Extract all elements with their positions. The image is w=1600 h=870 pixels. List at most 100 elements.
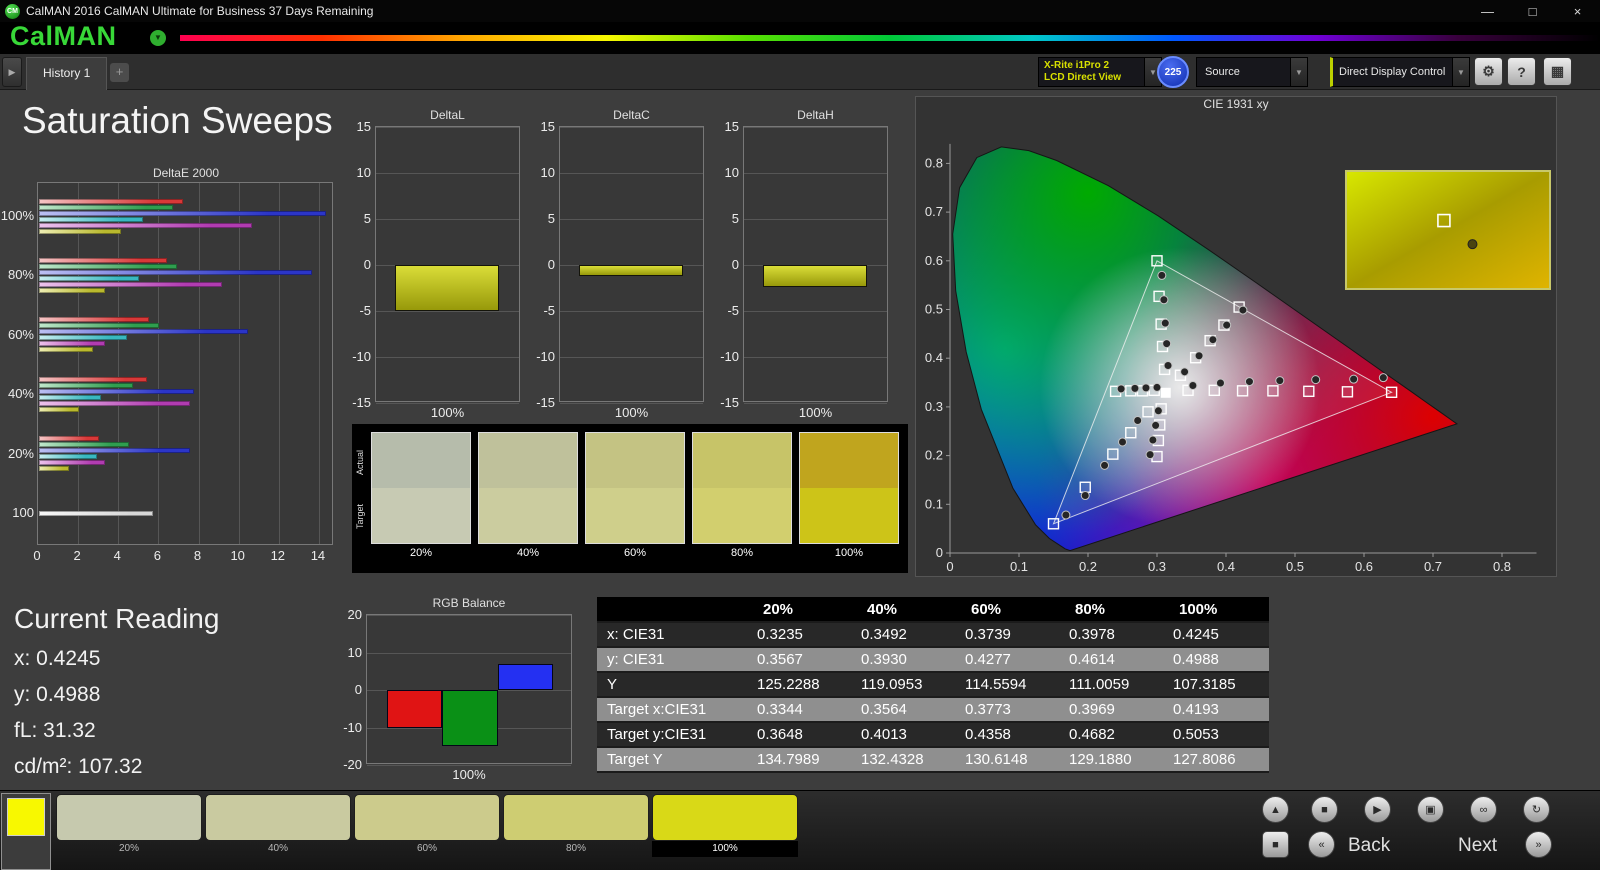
cie-target-marker — [1047, 518, 1060, 530]
svg-text:0.8: 0.8 — [1493, 559, 1511, 574]
next-button[interactable]: Next — [1458, 835, 1497, 857]
chevron-down-icon[interactable]: ▼ — [1452, 58, 1469, 86]
saturation-swatch: 40% — [478, 432, 578, 559]
target-color — [693, 488, 791, 543]
deltae-bar — [39, 216, 144, 222]
display-control-dropdown[interactable]: Direct Display Control ▼ — [1330, 57, 1470, 87]
deltae-bar — [39, 388, 194, 394]
source-dropdown[interactable]: Source ▼ — [1196, 57, 1308, 87]
row-label: Target y:CIE31 — [607, 726, 707, 743]
deltal-plot-area: 15 10 5 0 -5 -10 -15 — [352, 119, 520, 410]
deltae-bar — [39, 376, 148, 382]
table-cell: 130.6148 — [965, 751, 1028, 768]
cie-target-marker — [1385, 386, 1398, 398]
chart-title: DeltaH — [797, 108, 834, 122]
back-button[interactable]: Back — [1348, 835, 1390, 857]
y-tick-label: -10 — [352, 349, 371, 364]
table-cell: 0.4193 — [1173, 701, 1219, 718]
refresh-icon[interactable]: ↻ — [1523, 796, 1550, 823]
deltae-bar — [39, 323, 160, 329]
gear-icon[interactable]: ⚙ — [1474, 57, 1503, 86]
svg-text:0: 0 — [946, 559, 953, 574]
table-cell: 0.4013 — [861, 726, 907, 743]
stop-icon[interactable]: ■ — [1311, 796, 1338, 823]
current-patch-swatch — [7, 798, 45, 836]
swatch-label: 80% — [730, 547, 754, 559]
y-tick-label: 15 — [724, 119, 739, 134]
loop-icon[interactable]: ∞ — [1470, 796, 1497, 823]
swatch-label: 40% — [516, 547, 540, 559]
table-col-header: 80% — [1061, 597, 1165, 622]
deltae-x-axis: 0 2 4 6 8 10 12 14 — [33, 545, 333, 565]
deltah-plot-area: 15 10 5 0 -5 -10 -15 — [720, 119, 888, 410]
deltae-bar — [39, 347, 94, 353]
meter-dropdown[interactable]: X-Rite i1Pro 2 LCD Direct View ▼ — [1038, 57, 1162, 87]
save-icon[interactable]: ▣ — [1417, 796, 1444, 823]
deltae-2000-chart: DeltaE 2000 100% 80% 60% 40% 20% 100 0 2 4 6 8 10 1… — [1, 166, 335, 565]
table-row: Target y:CIE31 0.3648 0.4013 0.4358 0.4682 0.… — [597, 722, 1269, 747]
rgb-bar-green — [442, 690, 498, 747]
cie-measurement-marker — [1118, 437, 1127, 447]
y-tick-label: -10 — [720, 349, 739, 364]
close-button[interactable]: × — [1555, 0, 1600, 22]
x-axis-label: 100% — [798, 405, 833, 420]
table-cell: 134.7989 — [757, 751, 820, 768]
play-icon[interactable]: ▶ — [1364, 796, 1391, 823]
collapse-panel-button[interactable]: ▶ — [2, 57, 22, 87]
cie-measurement-marker — [1130, 383, 1140, 393]
saturation-swatch: 20% — [371, 432, 471, 559]
deltae-bar-group — [39, 376, 194, 413]
deltae-bar — [39, 275, 140, 281]
deltae-bar — [39, 460, 106, 466]
maximize-button[interactable]: □ — [1510, 0, 1555, 22]
table-cell: 114.5594 — [965, 676, 1027, 693]
svg-text:0.4: 0.4 — [1217, 559, 1235, 574]
delta-error-bar — [762, 265, 867, 288]
stop-square-icon[interactable]: ■ — [1262, 831, 1289, 858]
saturation-level-button[interactable]: 100% — [652, 794, 798, 857]
swatch-box — [371, 432, 471, 544]
tab-history-1[interactable]: History 1 — [26, 57, 108, 90]
swatch-color — [652, 794, 798, 841]
panel-icon[interactable]: ▦ — [1543, 57, 1572, 86]
chart-title: DeltaE 2000 — [152, 166, 220, 180]
cie-measurement-marker — [1160, 318, 1170, 328]
grid-line — [376, 311, 519, 312]
deltac-chart: DeltaC 15 10 5 0 -5 -10 -15 100% — [536, 108, 704, 420]
swatch-button-label: 100% — [652, 841, 798, 857]
cie-measurement-marker — [1153, 406, 1163, 416]
back-arrow-icon[interactable]: « — [1308, 831, 1335, 858]
y-tick-label: -5 — [359, 303, 371, 318]
minimize-button[interactable]: — — [1465, 0, 1510, 22]
saturation-level-button[interactable]: 60% — [354, 794, 500, 857]
cie-diagram: 0 0.1 0.2 0.3 0.4 0.5 0.6 0.7 0.8 0 0.1 0.2 0.3 0.4 0.… — [925, 143, 1551, 574]
next-arrow-icon[interactable]: » — [1525, 831, 1552, 858]
table-row: Y 125.2288 119.0953 114.5594 111.0059 107.318… — [597, 672, 1269, 697]
chevron-down-icon[interactable]: ▼ — [1290, 58, 1307, 86]
grid-line — [560, 173, 703, 174]
display-control-label: Direct Display Control — [1339, 66, 1446, 78]
cie-measurement-marker — [1163, 361, 1173, 371]
deltae-bar — [39, 257, 168, 263]
meter-status-badge[interactable]: 225 — [1157, 56, 1189, 88]
reading-x: x: 0.4245 — [14, 647, 101, 670]
y-tick-label: 10 — [347, 644, 362, 660]
saturation-level-button[interactable]: 80% — [503, 794, 649, 857]
swatch-box — [478, 432, 578, 544]
saturation-level-button[interactable]: 20% — [56, 794, 202, 857]
add-tab-button[interactable]: + — [110, 63, 129, 82]
eject-icon[interactable]: ▲ — [1262, 796, 1289, 823]
swatch-color — [205, 794, 351, 841]
saturation-level-button[interactable]: 40% — [205, 794, 351, 857]
target-color — [800, 488, 898, 543]
grid-line — [376, 127, 519, 128]
logo-menu-button[interactable]: ▼ — [150, 30, 166, 46]
swatch-color — [354, 794, 500, 841]
table-cell: 0.3567 — [757, 651, 803, 668]
svg-text:0.5: 0.5 — [925, 302, 943, 317]
help-icon[interactable]: ? — [1507, 57, 1536, 86]
swatch-row: 20% 40% 60% 80% 100% — [371, 432, 899, 559]
swatch-label: 20% — [409, 547, 433, 559]
cie-1931-chart: CIE 1931 xy 0 0.1 0.2 0.3 0.4 0.5 0.6 0.7 0.8 0 0.… — [915, 96, 1557, 577]
table-cell: 0.3773 — [965, 701, 1011, 718]
